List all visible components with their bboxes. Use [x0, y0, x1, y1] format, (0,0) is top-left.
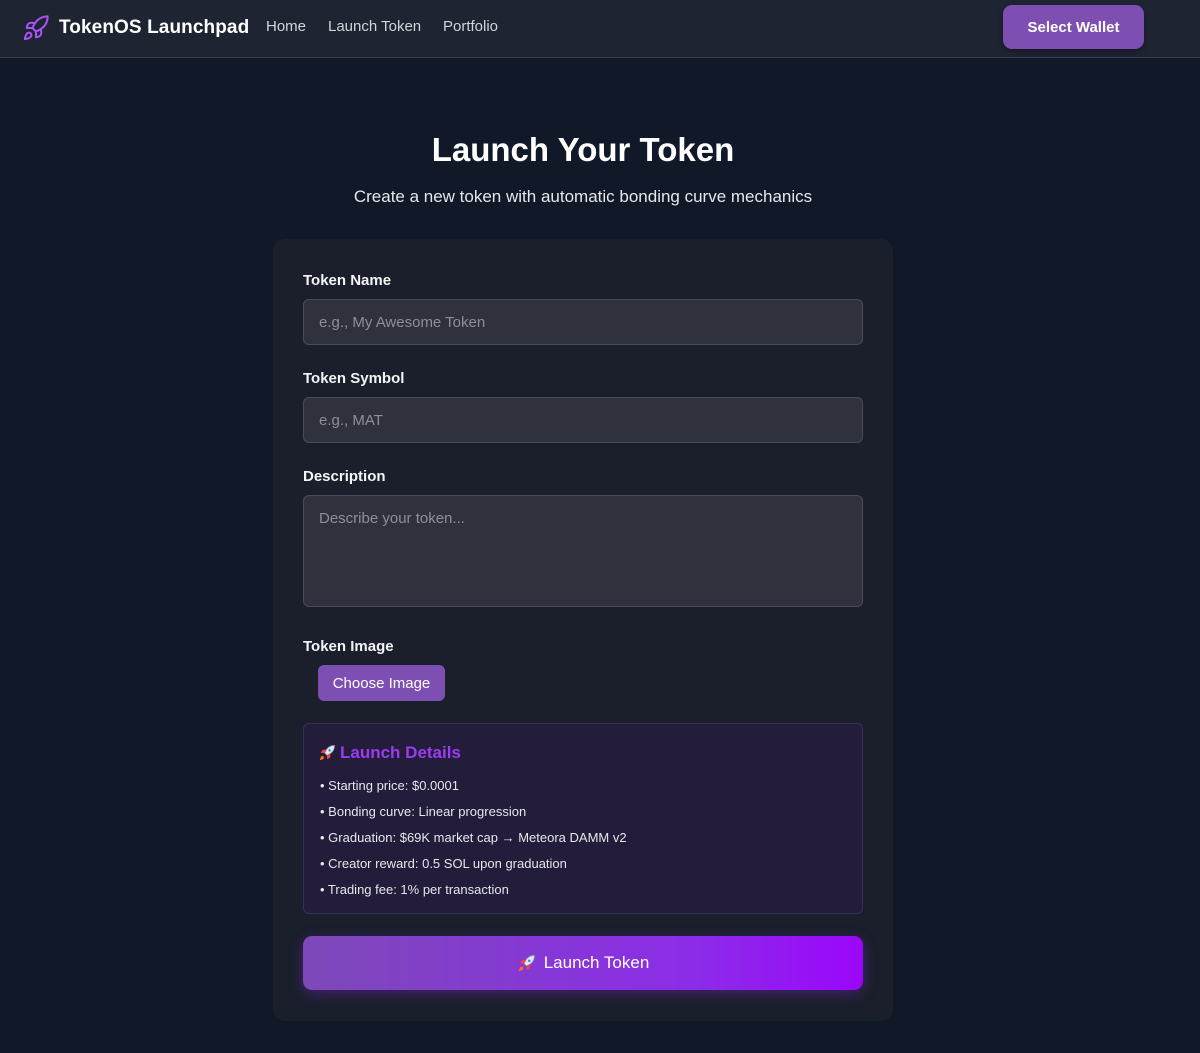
- nav-link-launch-token[interactable]: Launch Token: [328, 18, 421, 35]
- token-name-input[interactable]: [303, 299, 863, 345]
- detail-item-creator-reward: • Creator reward: 0.5 SOL upon graduatio…: [320, 856, 567, 871]
- launch-details-title: Launch Details: [340, 743, 461, 762]
- launch-token-button[interactable]: Launch Token: [303, 936, 863, 990]
- nav-link-home[interactable]: Home: [266, 18, 306, 35]
- detail-item-graduation: • Graduation: $69K market cap → Meteora …: [320, 830, 627, 845]
- top-navbar: TokenOS Launchpad Home Launch Token Port…: [0, 0, 1200, 58]
- nav-link-portfolio[interactable]: Portfolio: [443, 18, 498, 35]
- token-name-label: Token Name: [303, 272, 392, 289]
- rocket-icon: [518, 954, 535, 971]
- detail-item-trading-fee: • Trading fee: 1% per transaction: [320, 882, 509, 897]
- page-title: Launch Your Token: [431, 131, 735, 168]
- brand-name: TokenOS Launchpad: [59, 17, 250, 38]
- launch-details-panel: Launch Details • Starting price: $0.0001…: [303, 723, 863, 914]
- select-wallet-button[interactable]: Select Wallet: [1003, 5, 1144, 49]
- token-image-label: Token Image: [303, 638, 394, 655]
- brand-logo[interactable]: TokenOS Launchpad: [22, 13, 249, 43]
- rocket-icon: [23, 15, 49, 41]
- detail-item-bonding-curve: • Bonding curve: Linear progression: [320, 804, 527, 819]
- launch-token-label: Launch Token: [543, 953, 650, 972]
- choose-image-button[interactable]: Choose Image: [318, 665, 445, 701]
- page-subtitle: Create a new token with automatic bondin…: [353, 187, 813, 206]
- description-textarea[interactable]: [303, 495, 863, 607]
- launch-details-heading: Launch Details: [318, 743, 461, 763]
- rocket-icon: [319, 745, 335, 761]
- token-symbol-label: Token Symbol: [303, 370, 405, 387]
- token-symbol-input[interactable]: [303, 397, 863, 443]
- detail-item-starting-price: • Starting price: $0.0001: [320, 778, 459, 793]
- launch-form-card: Token Name Token Symbol Description Toke…: [273, 239, 893, 1021]
- description-label: Description: [303, 468, 386, 485]
